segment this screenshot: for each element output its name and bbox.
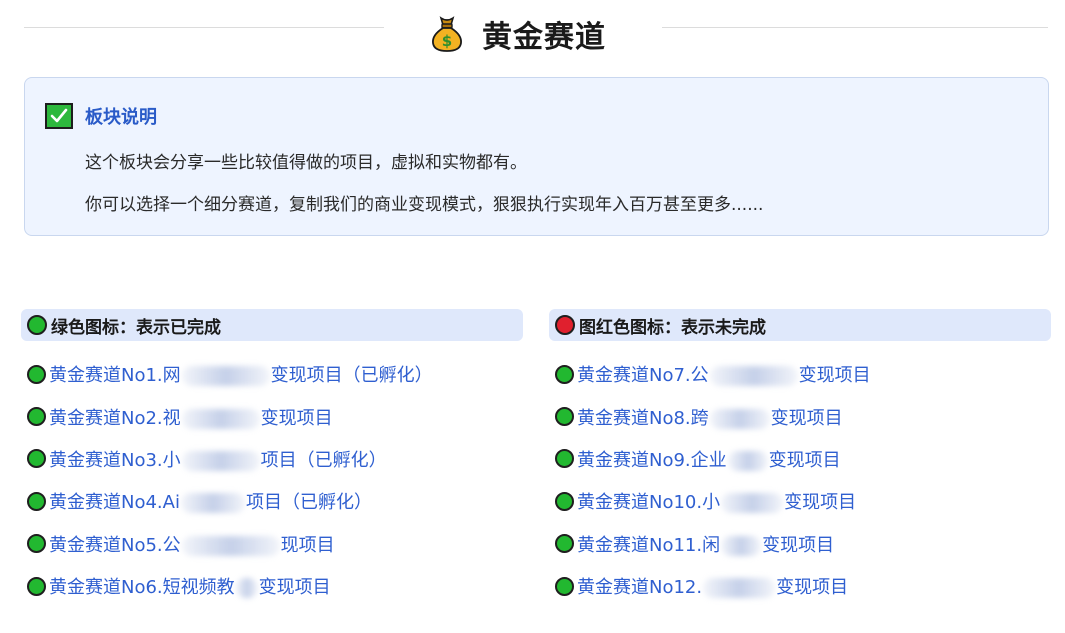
info-text-line-2: 你可以选择一个细分赛道，复制我们的商业变现模式，狠狠执行实现年入百万甚至更多..…: [85, 195, 764, 215]
header-divider-right: [662, 27, 1048, 28]
green-circle-icon: [555, 491, 574, 511]
track-link[interactable]: 黄金赛道No2.视 变现项目: [49, 404, 333, 430]
info-header: 板块说明: [45, 103, 157, 129]
green-circle-icon: [555, 576, 574, 596]
list-item[interactable]: 黄金赛道No7.公 变现项目: [549, 353, 1051, 395]
green-circle-icon: [27, 449, 46, 469]
green-circle-icon: [555, 407, 574, 427]
list-item[interactable]: 黄金赛道No4.Ai 项目（已孵化）: [21, 480, 523, 522]
list-item[interactable]: 黄金赛道No5.公 现项目: [21, 523, 523, 565]
green-circle-icon: [555, 534, 574, 554]
redacted-text: [709, 408, 770, 429]
redacted-text: [703, 578, 776, 599]
page-header: $ 黄金赛道: [0, 0, 1065, 70]
track-link[interactable]: 黄金赛道No1.网 变现项目（已孵化）: [49, 361, 433, 387]
info-text-line-1: 这个板块会分享一些比较值得做的项目，虚拟和实物都有。: [85, 153, 527, 173]
list-item[interactable]: 黄金赛道No3.小 项目（已孵化）: [21, 438, 523, 480]
green-circle-icon: [27, 534, 46, 554]
header-title-group: $ 黄金赛道: [430, 12, 606, 56]
track-link[interactable]: 黄金赛道No10.小 变现项目: [577, 488, 856, 514]
redacted-text: [727, 450, 768, 471]
checkmark-icon: [45, 103, 73, 129]
redacted-text: [181, 535, 280, 556]
completed-list: 黄金赛道No1.网 变现项目（已孵化） 黄金赛道No2.视 变现项目 黄金赛道No3…: [21, 353, 523, 607]
green-circle-icon: [555, 449, 574, 469]
header-divider-left: [24, 27, 384, 28]
info-callout: 板块说明 这个板块会分享一些比较值得做的项目，虚拟和实物都有。 你可以选择一个细…: [24, 77, 1049, 236]
redacted-text: [181, 450, 260, 471]
list-item[interactable]: 黄金赛道No10.小 变现项目: [549, 480, 1051, 522]
green-circle-icon: [27, 407, 46, 427]
green-circle-icon: [27, 364, 46, 384]
money-bag-icon: $: [432, 16, 462, 52]
list-item[interactable]: 黄金赛道No1.网 变现项目（已孵化）: [21, 353, 523, 395]
green-circle-icon: [27, 491, 46, 511]
track-link[interactable]: 黄金赛道No11.闲 变现项目: [577, 531, 834, 557]
track-link[interactable]: 黄金赛道No7.公 变现项目: [577, 361, 871, 387]
list-item[interactable]: 黄金赛道No11.闲 变现项目: [549, 523, 1051, 565]
redacted-text: [181, 408, 260, 429]
list-item[interactable]: 黄金赛道No6.短视频教 变现项目: [21, 565, 523, 607]
green-circle-icon: [27, 315, 47, 335]
info-title: 板块说明: [85, 107, 157, 128]
list-item[interactable]: 黄金赛道No12. 变现项目: [549, 565, 1051, 607]
incomplete-legend-label: 图红色图标：表示未完成: [579, 317, 766, 338]
green-circle-icon: [555, 364, 574, 384]
completed-legend: 绿色图标：表示已完成: [21, 309, 523, 341]
redacted-text: [180, 493, 245, 514]
track-link[interactable]: 黄金赛道No6.短视频教 变现项目: [49, 573, 331, 599]
completed-legend-label: 绿色图标：表示已完成: [51, 317, 221, 338]
list-item[interactable]: 黄金赛道No9.企业 变现项目: [549, 438, 1051, 480]
track-link[interactable]: 黄金赛道No3.小 项目（已孵化）: [49, 446, 387, 472]
red-circle-icon: [555, 315, 575, 335]
incomplete-list: 黄金赛道No7.公 变现项目 黄金赛道No8.跨 变现项目 黄金赛道No9.企业 变现…: [549, 353, 1051, 607]
page-title: 黄金赛道: [482, 20, 606, 55]
incomplete-legend: 图红色图标：表示未完成: [549, 309, 1051, 341]
track-link[interactable]: 黄金赛道No5.公 现项目: [49, 531, 335, 557]
redacted-text: [721, 535, 762, 556]
track-link[interactable]: 黄金赛道No4.Ai 项目（已孵化）: [49, 488, 372, 514]
completed-column: 绿色图标：表示已完成 黄金赛道No1.网 变现项目（已孵化） 黄金赛道No2.视变…: [21, 309, 523, 607]
track-link[interactable]: 黄金赛道No8.跨 变现项目: [577, 404, 843, 430]
green-circle-icon: [27, 576, 46, 596]
list-item[interactable]: 黄金赛道No8.跨 变现项目: [549, 395, 1051, 437]
track-link[interactable]: 黄金赛道No12. 变现项目: [577, 573, 848, 599]
redacted-text: [235, 578, 258, 599]
redacted-text: [709, 366, 798, 387]
redacted-text: [721, 493, 784, 514]
list-item[interactable]: 黄金赛道No2.视 变现项目: [21, 395, 523, 437]
track-link[interactable]: 黄金赛道No9.企业 变现项目: [577, 446, 841, 472]
redacted-text: [181, 366, 270, 387]
incomplete-column: 图红色图标：表示未完成 黄金赛道No7.公 变现项目 黄金赛道No8.跨 变现项目 …: [549, 309, 1051, 607]
svg-text:$: $: [442, 32, 452, 50]
